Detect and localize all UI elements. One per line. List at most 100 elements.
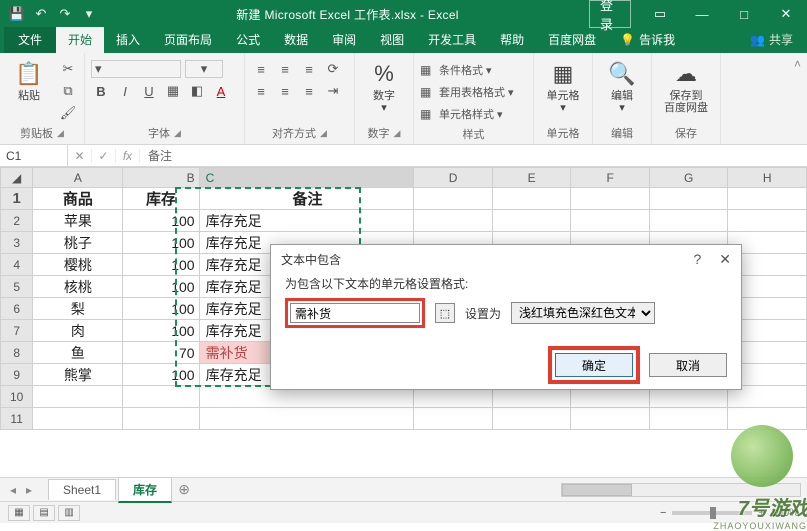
fx-icon[interactable]: fx: [116, 149, 140, 163]
col-header-e[interactable]: E: [492, 168, 571, 188]
cell[interactable]: 梨: [33, 298, 123, 320]
cell-styles-button[interactable]: ▦单元格样式 ▾: [420, 104, 514, 124]
dialog-launcher-icon[interactable]: ◢: [394, 128, 401, 139]
cell[interactable]: [492, 408, 571, 430]
ribbon-options-icon[interactable]: ▭: [639, 0, 681, 28]
cell[interactable]: [414, 408, 493, 430]
cell[interactable]: 樱桃: [33, 254, 123, 276]
align-bottom-icon[interactable]: ≡: [299, 60, 319, 78]
cell[interactable]: 肉: [33, 320, 123, 342]
cell[interactable]: 100: [123, 364, 199, 386]
tab-help[interactable]: 帮助: [488, 27, 536, 53]
col-header-g[interactable]: G: [649, 168, 728, 188]
cell[interactable]: 100: [123, 254, 199, 276]
cell[interactable]: 核桃: [33, 276, 123, 298]
cell[interactable]: [571, 188, 650, 210]
cells-button[interactable]: ▦单元格▾: [540, 56, 586, 114]
cell[interactable]: [492, 210, 571, 232]
cell[interactable]: [728, 210, 807, 232]
cell[interactable]: 70: [123, 342, 199, 364]
font-family-select[interactable]: ▾: [91, 60, 181, 78]
cell[interactable]: [649, 408, 728, 430]
indent-icon[interactable]: ⇥: [323, 82, 343, 100]
cell[interactable]: [571, 408, 650, 430]
cell[interactable]: 苹果: [33, 210, 123, 232]
conditional-formatting-button[interactable]: ▦条件格式 ▾: [420, 60, 514, 80]
cell[interactable]: 桃子: [33, 232, 123, 254]
tab-dev[interactable]: 开发工具: [416, 27, 488, 53]
qat-customize-icon[interactable]: ▾: [78, 3, 100, 25]
select-all-corner[interactable]: ◢: [1, 168, 33, 188]
format-as-table-button[interactable]: ▦套用表格格式 ▾: [420, 82, 514, 102]
col-header-c[interactable]: C: [199, 168, 414, 188]
col-header-b[interactable]: B: [123, 168, 199, 188]
editing-button[interactable]: 🔍编辑▾: [599, 56, 645, 114]
align-left-icon[interactable]: ≡: [251, 82, 271, 100]
dialog-close-icon[interactable]: ✕: [719, 251, 731, 268]
font-size-select[interactable]: ▾: [185, 60, 223, 78]
tab-view[interactable]: 视图: [368, 27, 416, 53]
tab-insert[interactable]: 插入: [104, 27, 152, 53]
cell[interactable]: 库存: [123, 188, 199, 210]
save-to-baidu-button[interactable]: ☁保存到百度网盘: [658, 56, 714, 114]
border-button[interactable]: ▦: [163, 82, 183, 100]
close-icon[interactable]: ✕: [765, 0, 807, 28]
zoom-out-icon[interactable]: −: [660, 507, 666, 519]
bold-button[interactable]: B: [91, 82, 111, 100]
col-header-a[interactable]: A: [33, 168, 123, 188]
paste-button[interactable]: 📋 粘贴: [6, 56, 52, 102]
cell[interactable]: 库存充足: [199, 210, 414, 232]
row-header[interactable]: 7: [1, 320, 33, 342]
cell[interactable]: [492, 188, 571, 210]
cell[interactable]: [649, 210, 728, 232]
redo-icon[interactable]: ↷: [54, 3, 76, 25]
sheet-tab-sheet1[interactable]: Sheet1: [48, 479, 116, 500]
login-button[interactable]: 登录: [589, 0, 631, 28]
row-header[interactable]: 11: [1, 408, 33, 430]
tab-file[interactable]: 文件: [4, 27, 56, 53]
cell[interactable]: [33, 408, 123, 430]
tab-home[interactable]: 开始: [56, 27, 104, 53]
save-icon[interactable]: 💾: [6, 3, 28, 25]
dialog-ok-button[interactable]: 确定: [555, 353, 633, 377]
cell[interactable]: [123, 408, 199, 430]
dialog-help-icon[interactable]: ?: [693, 251, 701, 268]
tab-baidu[interactable]: 百度网盘: [536, 27, 608, 53]
align-center-icon[interactable]: ≡: [275, 82, 295, 100]
dialog-launcher-icon[interactable]: ◢: [320, 128, 327, 139]
name-box[interactable]: C1: [0, 145, 68, 166]
align-top-icon[interactable]: ≡: [251, 60, 271, 78]
row-header[interactable]: 8: [1, 342, 33, 364]
page-layout-view-icon[interactable]: ▤: [33, 505, 55, 521]
row-header[interactable]: 4: [1, 254, 33, 276]
orientation-icon[interactable]: ⟳: [323, 60, 343, 78]
cell[interactable]: [414, 210, 493, 232]
dialog-text-input[interactable]: [290, 303, 420, 323]
cell[interactable]: [571, 210, 650, 232]
format-painter-icon[interactable]: 🖌: [58, 104, 78, 122]
cell[interactable]: 100: [123, 276, 199, 298]
row-header[interactable]: 5: [1, 276, 33, 298]
row-header[interactable]: 2: [1, 210, 33, 232]
fill-color-button[interactable]: ◧: [187, 82, 207, 100]
cut-icon[interactable]: ✂: [58, 60, 78, 78]
cell[interactable]: 100: [123, 298, 199, 320]
font-color-button[interactable]: A: [211, 82, 231, 100]
undo-icon[interactable]: ↶: [30, 3, 52, 25]
cell[interactable]: [649, 188, 728, 210]
cell[interactable]: [199, 408, 414, 430]
zoom-slider[interactable]: [672, 511, 752, 515]
cell[interactable]: 100: [123, 210, 199, 232]
new-sheet-icon[interactable]: ⊕: [174, 481, 194, 498]
dialog-format-select[interactable]: 浅红填充色深红色文本: [511, 302, 655, 324]
cell[interactable]: 鱼: [33, 342, 123, 364]
normal-view-icon[interactable]: ▦: [8, 505, 30, 521]
tab-layout[interactable]: 页面布局: [152, 27, 224, 53]
cell[interactable]: 备注: [199, 188, 414, 210]
tab-formulas[interactable]: 公式: [224, 27, 272, 53]
dialog-cancel-button[interactable]: 取消: [649, 353, 727, 377]
tab-review[interactable]: 审阅: [320, 27, 368, 53]
cell[interactable]: [728, 188, 807, 210]
col-header-h[interactable]: H: [728, 168, 807, 188]
tab-tellme[interactable]: 💡告诉我: [608, 27, 687, 53]
